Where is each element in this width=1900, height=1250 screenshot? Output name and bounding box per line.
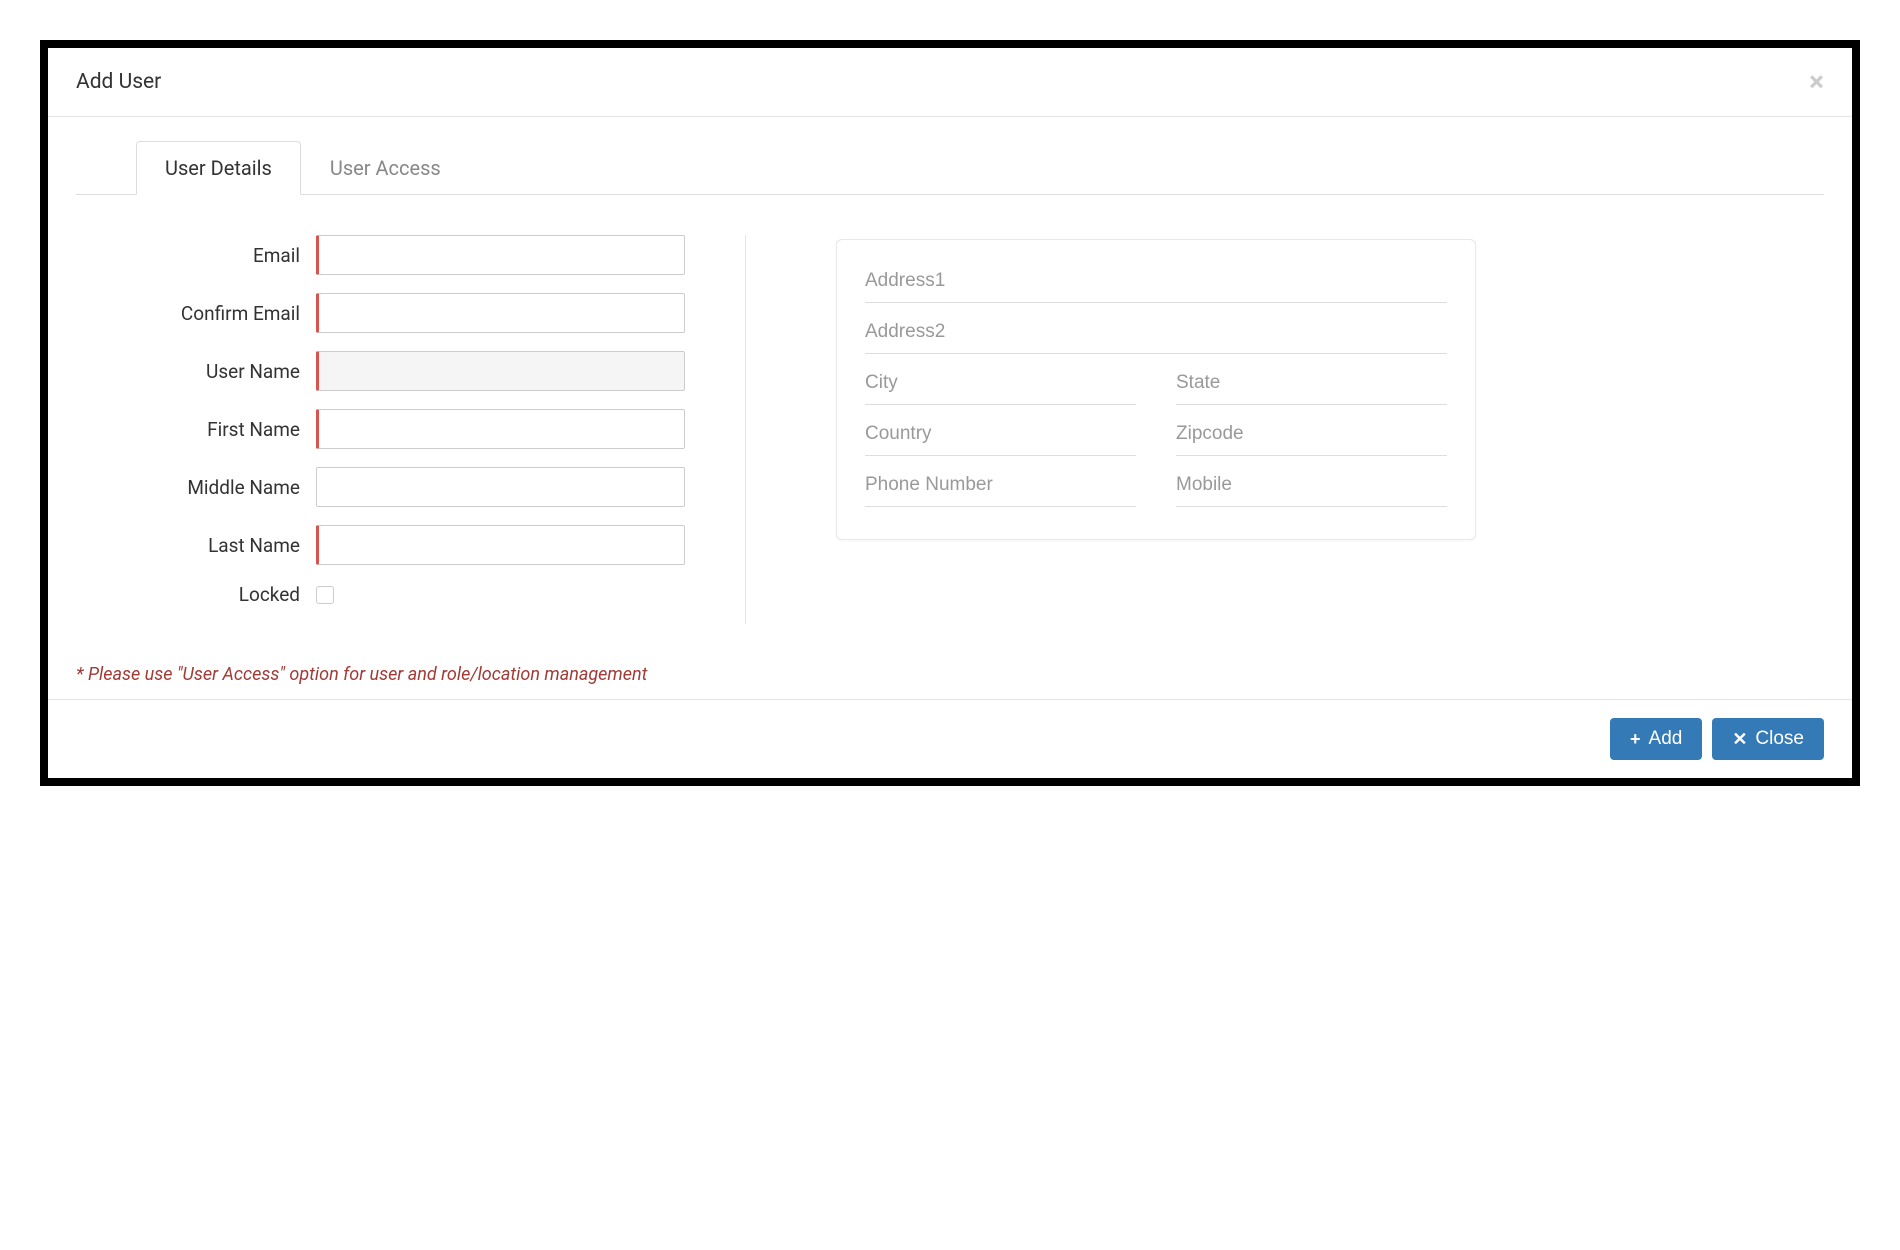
close-button[interactable]: ✕ Close [1712,718,1824,760]
country-field[interactable] [865,413,1136,456]
tab-user-access[interactable]: User Access [301,141,470,195]
close-button-label: Close [1755,728,1804,750]
label-confirm-email: Confirm Email [136,302,316,325]
label-user-name: User Name [136,360,316,383]
close-icon[interactable]: × [1809,68,1824,96]
tab-user-details[interactable]: User Details [136,141,301,195]
modal-title: Add User [76,70,161,94]
email-field[interactable] [316,235,685,275]
row-address1 [865,260,1447,303]
row-user-name: User Name [136,351,685,391]
row-address2 [865,311,1447,354]
row-city-state [865,362,1447,405]
label-locked: Locked [136,583,316,606]
phone-field[interactable] [865,464,1136,507]
zipcode-field[interactable] [1176,413,1447,456]
middle-name-field[interactable] [316,467,685,507]
mobile-field[interactable] [1176,464,1447,507]
close-x-icon: ✕ [1732,730,1747,748]
row-middle-name: Middle Name [136,467,685,507]
add-button-label: Add [1649,728,1683,750]
row-email: Email [136,235,685,275]
modal-header: Add User × [48,48,1852,117]
form-area: Email Confirm Email User Name First Name [76,195,1824,664]
address1-field[interactable] [865,260,1447,303]
add-user-modal: Add User × User Details User Access Emai… [40,40,1860,786]
plus-icon: + [1630,730,1641,748]
row-locked: Locked [136,583,685,606]
add-button[interactable]: + Add [1610,718,1702,760]
row-phone-mobile [865,464,1447,507]
label-last-name: Last Name [136,534,316,557]
locked-checkbox[interactable] [316,586,334,604]
city-field[interactable] [865,362,1136,405]
tabs: User Details User Access [76,141,1824,195]
user-name-field[interactable] [316,351,685,391]
right-column [746,235,1804,624]
left-column: Email Confirm Email User Name First Name [136,235,746,624]
address-card [836,239,1476,540]
modal-body: User Details User Access Email Confirm E… [48,141,1852,664]
modal-note: * Please use "User Access" option for us… [48,664,1852,699]
address2-field[interactable] [865,311,1447,354]
label-email: Email [136,244,316,267]
row-first-name: First Name [136,409,685,449]
label-middle-name: Middle Name [136,476,316,499]
last-name-field[interactable] [316,525,685,565]
first-name-field[interactable] [316,409,685,449]
state-field[interactable] [1176,362,1447,405]
row-last-name: Last Name [136,525,685,565]
modal-footer: + Add ✕ Close [48,699,1852,778]
row-country-zip [865,413,1447,456]
label-first-name: First Name [136,418,316,441]
confirm-email-field[interactable] [316,293,685,333]
row-confirm-email: Confirm Email [136,293,685,333]
